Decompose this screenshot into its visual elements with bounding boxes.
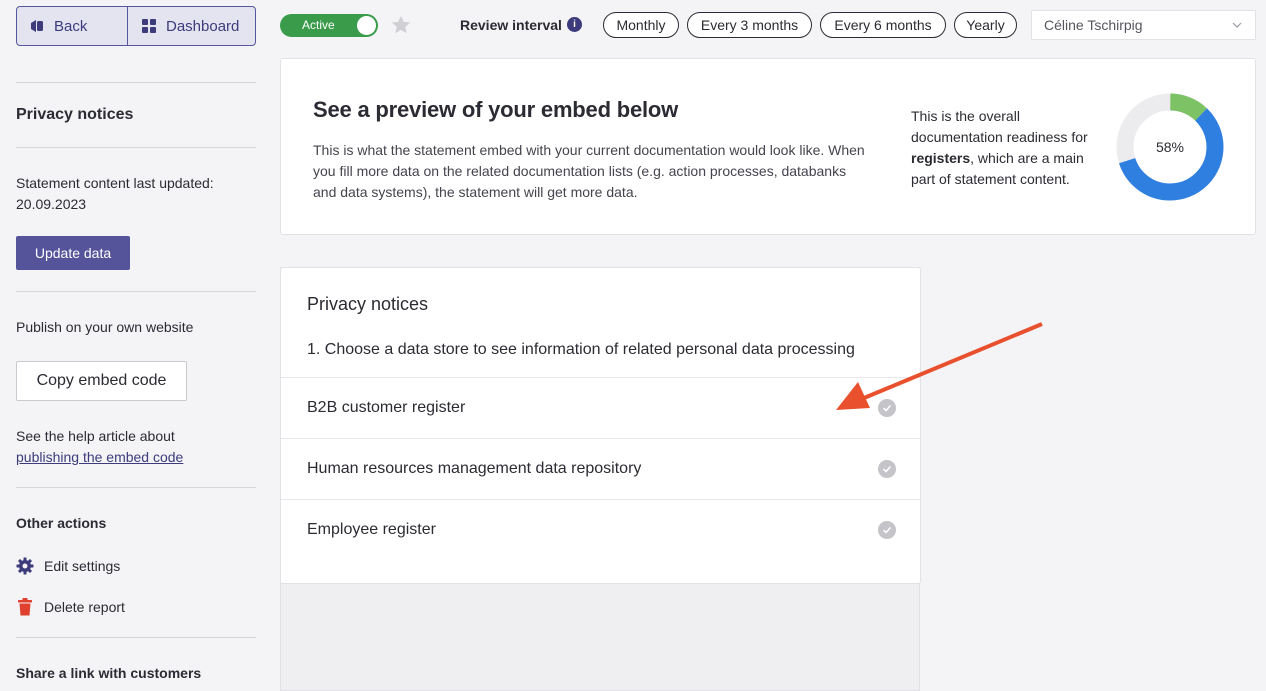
data-store-label: B2B customer register [307, 399, 466, 416]
interval-yearly[interactable]: Yearly [954, 12, 1017, 38]
sidebar-title: Privacy notices [16, 106, 134, 123]
data-store-label: Employee register [307, 521, 436, 538]
interval-every-3-months[interactable]: Every 3 months [687, 12, 812, 38]
interval-every-6-months[interactable]: Every 6 months [820, 12, 946, 38]
divider [16, 82, 256, 83]
active-status-toggle[interactable]: Active [280, 14, 378, 37]
back-icon [31, 20, 43, 32]
other-actions-title: Other actions [16, 515, 107, 531]
updated-label: Statement content last updated: [16, 175, 214, 191]
nav-button-group: Back Dashboard [16, 6, 256, 46]
preview-title: See a preview of your embed below [313, 97, 679, 122]
check-icon [878, 521, 896, 539]
embed-title: Privacy notices [307, 294, 429, 314]
dashboard-icon [142, 19, 156, 33]
data-store-label: Human resources management data reposito… [307, 460, 642, 477]
help-article-link[interactable]: publishing the embed code [16, 449, 183, 465]
divider [16, 487, 256, 488]
data-store-item[interactable]: Employee register [281, 499, 920, 560]
check-icon [878, 460, 896, 478]
preview-description: This is what the statement embed with yo… [313, 142, 865, 200]
toggle-label: Active [302, 18, 335, 32]
data-store-item[interactable]: B2B customer register [281, 377, 920, 438]
readiness-bold: registers [911, 150, 971, 166]
edit-settings-action[interactable]: Edit settings [16, 557, 120, 575]
update-data-button[interactable]: Update data [16, 236, 130, 270]
divider [16, 637, 256, 638]
embed-step-instruction: 1. Choose a data store to see informatio… [307, 341, 855, 358]
dashboard-button[interactable]: Dashboard [128, 7, 255, 45]
info-icon[interactable]: i [567, 17, 582, 32]
dashboard-label: Dashboard [166, 17, 240, 35]
readiness-percent: 58% [1155, 139, 1185, 155]
back-label: Back [54, 17, 88, 35]
delete-report-label: Delete report [44, 599, 125, 615]
annotation-arrow-icon [836, 322, 1043, 410]
back-button[interactable]: Back [17, 7, 128, 45]
chevron-down-icon [1232, 22, 1242, 28]
interval-monthly[interactable]: Monthly [603, 12, 679, 38]
user-name: Céline Tschirpig [1044, 17, 1143, 33]
updated-date: 20.09.2023 [16, 196, 87, 212]
share-link-title: Share a link with customers [16, 665, 202, 681]
edit-settings-label: Edit settings [44, 558, 121, 574]
trash-icon [16, 598, 34, 616]
divider [16, 147, 256, 148]
readiness-text: This is the overall documentation readin… [911, 106, 1111, 190]
toggle-knob [357, 16, 376, 35]
star-icon[interactable] [390, 14, 412, 41]
publish-label: Publish on your own website [16, 319, 194, 335]
delete-report-action[interactable]: Delete report [16, 598, 125, 616]
review-interval-label: Review interval [460, 17, 562, 33]
copy-embed-code-button[interactable]: Copy embed code [16, 361, 187, 401]
preview-card: See a preview of your embed below This i… [280, 58, 1256, 235]
gear-icon [16, 557, 34, 575]
data-store-item[interactable]: Human resources management data reposito… [281, 438, 920, 499]
user-select[interactable]: Céline Tschirpig [1031, 10, 1256, 40]
sidebar: Back Dashboard Privacy notices Statement… [0, 0, 272, 691]
embed-preview: Privacy notices 1. Choose a data store t… [280, 267, 921, 584]
help-text: See the help article about [16, 428, 175, 444]
readiness-pre: This is the overall documentation readin… [911, 108, 1088, 145]
divider [16, 291, 256, 292]
